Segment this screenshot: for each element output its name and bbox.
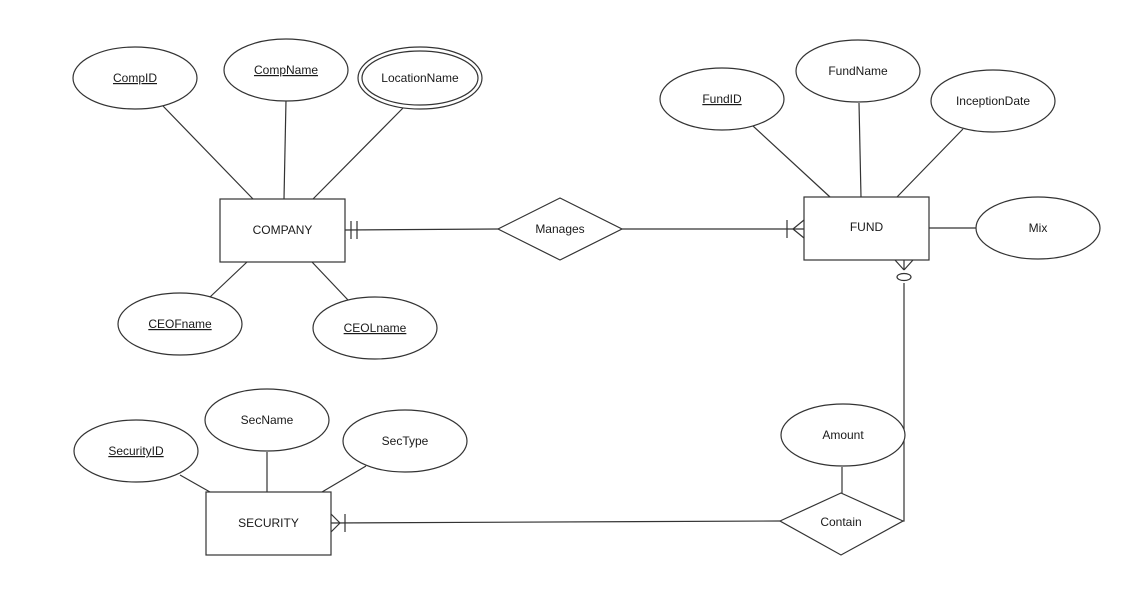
link-inceptiondate-fund (896, 128, 964, 198)
attribute-label: Amount (822, 428, 864, 442)
er-diagram: COMPANY FUND SECURITY Manages Contain Co… (72, 38, 1101, 556)
attribute-label: FundName (828, 64, 888, 78)
link-fundid-fund (752, 125, 831, 198)
attribute-ceofname[interactable]: CEOFname (117, 292, 243, 356)
link-compname-company (283, 99, 287, 200)
attribute-mix[interactable]: Mix (975, 196, 1101, 260)
attribute-sectype[interactable]: SecType (342, 409, 468, 473)
attribute-label: CEOFname (148, 317, 212, 331)
attribute-label: LocationName (381, 71, 459, 85)
relationship-manages[interactable]: Manages (496, 197, 624, 261)
attribute-label: CEOLname (344, 321, 407, 335)
attribute-label: CompID (113, 71, 157, 85)
attribute-inceptiondate[interactable]: InceptionDate (930, 69, 1056, 133)
attribute-label: Mix (1029, 221, 1048, 235)
attribute-label: CompName (254, 63, 318, 77)
entity-label: COMPANY (253, 223, 313, 237)
attribute-locationname[interactable]: LocationName (357, 46, 483, 110)
attribute-amount[interactable]: Amount (780, 403, 906, 467)
attribute-label: SecurityID (108, 444, 164, 458)
relationship-contain[interactable]: Contain (778, 492, 905, 556)
relationship-links (329, 228, 905, 524)
attribute-label: SecType (382, 434, 429, 448)
link-fundname-fund (858, 102, 862, 198)
link-securityid-security (179, 474, 211, 493)
link-sectype-security (321, 465, 367, 493)
attribute-compname[interactable]: CompName (223, 38, 349, 102)
link-locationname-company (312, 106, 405, 200)
attribute-ceolname[interactable]: CEOLname (312, 296, 438, 360)
link-contain-security (329, 520, 781, 524)
link-fund-contain (903, 283, 905, 522)
entity-label: FUND (850, 220, 884, 234)
entity-fund[interactable]: FUND (803, 196, 930, 261)
zero-or-many-marker-fund (894, 259, 914, 282)
attribute-secname[interactable]: SecName (204, 388, 330, 452)
attribute-securityid[interactable]: SecurityID (73, 419, 199, 483)
link-compid-company (162, 105, 254, 200)
cardinality-markers (330, 219, 914, 533)
link-ceofname-company (209, 261, 248, 298)
entity-label: SECURITY (238, 516, 299, 530)
attribute-compid[interactable]: CompID (72, 46, 198, 110)
entity-company[interactable]: COMPANY (219, 198, 346, 263)
link-company-manages (344, 228, 499, 231)
relationship-label: Manages (535, 222, 584, 236)
entity-security[interactable]: SECURITY (205, 491, 332, 556)
attribute-label: SecName (241, 413, 294, 427)
relationship-label: Contain (820, 515, 861, 529)
link-ceolname-company (311, 261, 349, 301)
attribute-fundid[interactable]: FundID (659, 67, 785, 131)
attribute-label: InceptionDate (956, 94, 1030, 108)
attribute-label: FundID (702, 92, 742, 106)
attribute-fundname[interactable]: FundName (795, 39, 921, 103)
